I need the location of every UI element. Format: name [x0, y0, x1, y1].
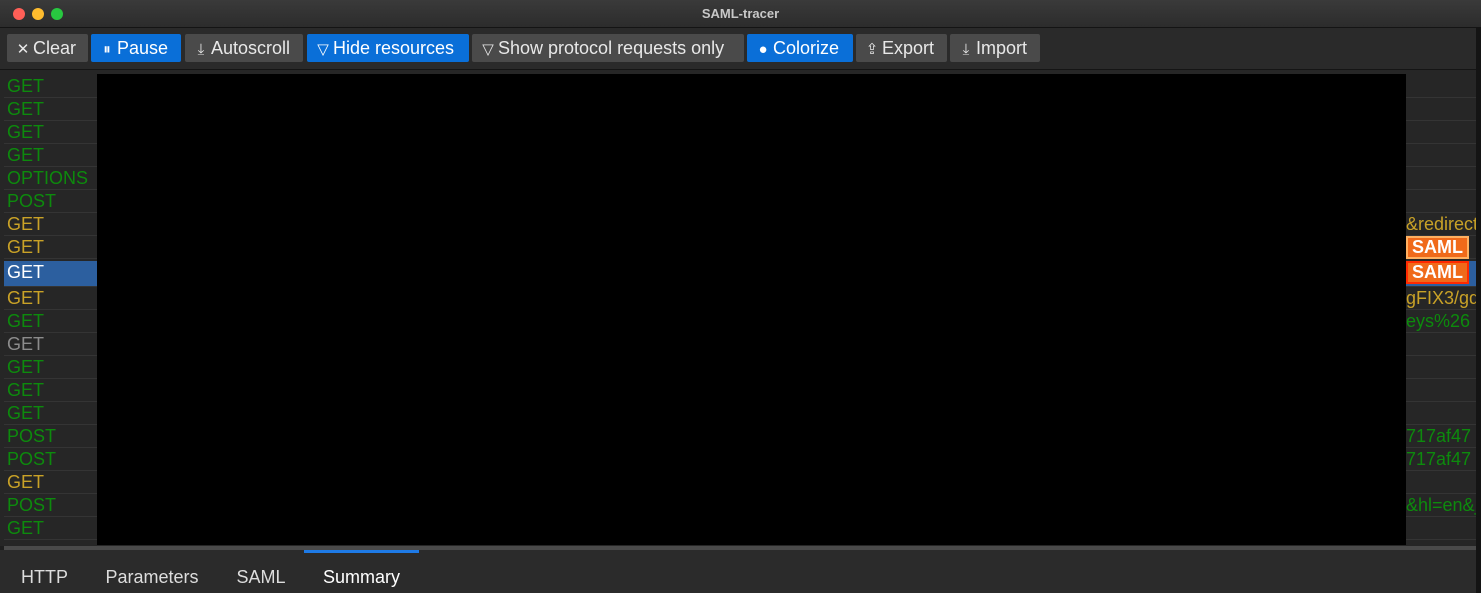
download-icon: ⤓ — [962, 41, 970, 58]
close-icon: ✕ — [16, 41, 30, 58]
request-method: GET — [7, 311, 45, 331]
tab-http[interactable]: HTTP — [4, 550, 85, 593]
request-method: GET — [7, 76, 45, 96]
request-method: GET — [7, 357, 45, 377]
request-method: GET — [7, 214, 45, 234]
upload-icon: ⇪ — [865, 41, 879, 58]
tab-summary[interactable]: Summary — [304, 550, 419, 593]
redacted-area — [97, 74, 1406, 545]
request-method: GET — [7, 122, 45, 142]
tab-saml[interactable]: SAML — [219, 550, 303, 593]
title-bar: SAML-tracer — [0, 0, 1481, 28]
request-url-fragment: &hl=en&_ — [1406, 495, 1480, 515]
pause-button[interactable]: ⏸ Pause — [91, 34, 181, 62]
hide-resources-button[interactable]: ▽ Hide resources — [307, 34, 469, 62]
request-method: POST — [7, 191, 57, 211]
clear-button[interactable]: ✕ Clear — [7, 34, 88, 62]
export-button[interactable]: ⇪ Export — [856, 34, 947, 62]
protocol-only-button[interactable]: ▽ Show protocol requests only — [472, 34, 744, 62]
request-method: POST — [7, 449, 57, 469]
request-method: POST — [7, 426, 57, 446]
saml-badge-label: SAML — [1406, 261, 1469, 284]
window-title: SAML-tracer — [701, 6, 780, 21]
tab-parameters[interactable]: Parameters — [88, 550, 216, 593]
request-method: GET — [7, 288, 45, 308]
request-url-fragment: 717af47 — [1406, 426, 1472, 446]
request-method: OPTIONS — [7, 168, 89, 188]
filter-icon: ▽ — [317, 41, 329, 58]
window-scrollbar[interactable] — [1476, 28, 1481, 593]
request-method: GET — [7, 380, 45, 400]
request-method: GET — [7, 334, 45, 354]
request-method: POST — [7, 495, 57, 515]
droplet-icon: ● — [758, 41, 768, 58]
autoscroll-button[interactable]: ⤓ Autoscroll — [185, 34, 303, 62]
download-arrow-icon: ⤓ — [197, 41, 205, 58]
request-method: GET — [7, 518, 45, 538]
request-method: GET — [7, 145, 45, 165]
request-method: GET — [7, 237, 45, 257]
saml-badge-label: SAML — [1406, 236, 1469, 259]
request-method: GET — [7, 472, 45, 492]
request-url-fragment: gFIX3/gq — [1406, 288, 1480, 308]
saml-badge: SAML — [1406, 236, 1480, 259]
request-url-fragment: 717af47 — [1406, 449, 1472, 469]
detail-tabs: HTTP Parameters SAML Summary — [0, 550, 1481, 593]
import-button[interactable]: ⤓ Import — [950, 34, 1040, 62]
request-method: GET — [7, 99, 45, 119]
toolbar: ✕ Clear ⏸ Pause ⤓ Autoscroll ▽ Hide resource… — [0, 28, 1481, 70]
filter-icon: ▽ — [482, 41, 494, 58]
request-url-fragment: eys%26 — [1406, 311, 1471, 331]
pause-icon: ⏸ — [103, 41, 111, 58]
saml-badge: SAML — [1406, 261, 1480, 284]
colorize-button[interactable]: ● Colorize — [747, 34, 853, 62]
request-method: GET — [7, 262, 45, 282]
request-url-fragment: &redirect_ — [1406, 214, 1480, 234]
request-method: GET — [7, 403, 45, 423]
